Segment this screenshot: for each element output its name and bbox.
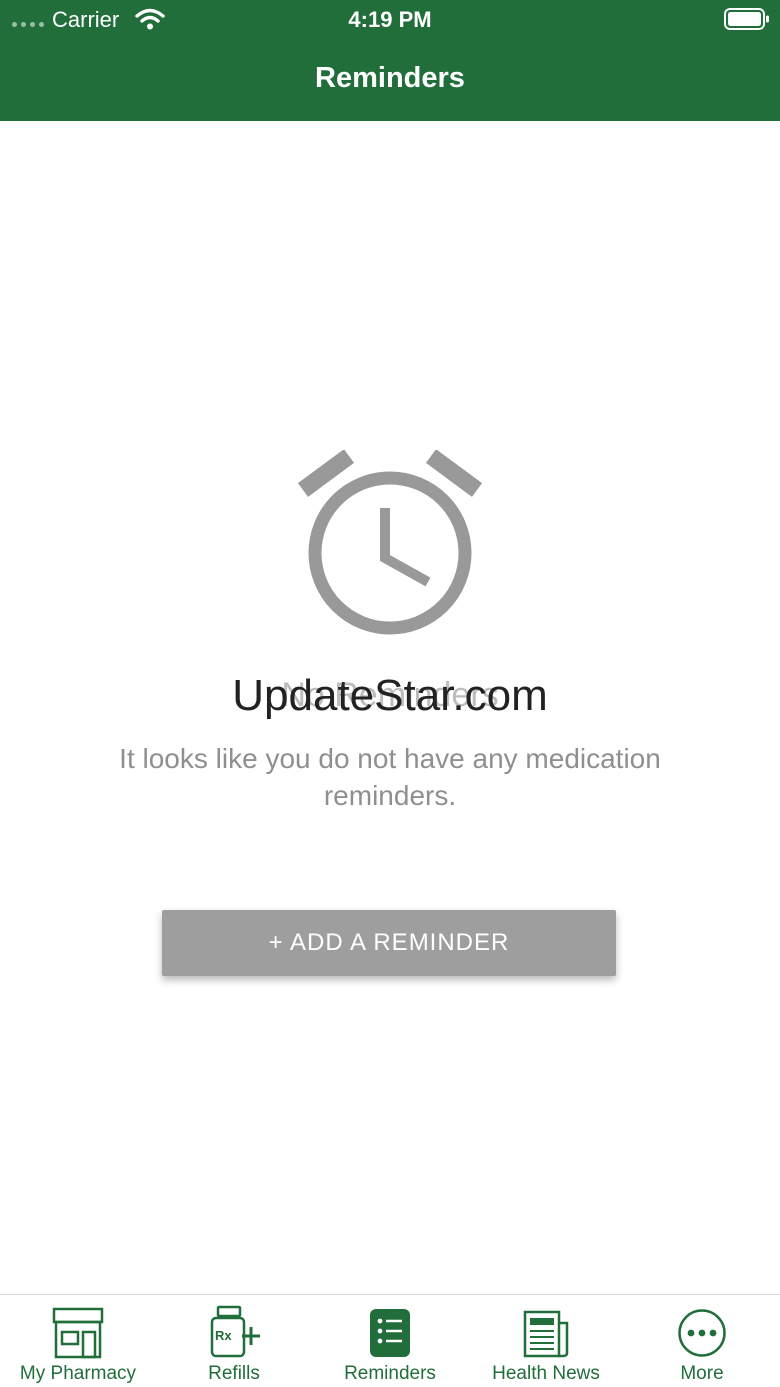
pharmacy-store-icon <box>52 1307 104 1359</box>
empty-state-message: It looks like you do not have any medica… <box>119 743 661 811</box>
add-reminder-button[interactable]: + ADD A REMINDER <box>162 910 616 976</box>
page-title: Reminders <box>315 62 465 94</box>
tab-label: More <box>680 1363 724 1384</box>
tab-bar: My Pharmacy Rx Refills Reminders Health … <box>0 1294 780 1387</box>
tab-health-news[interactable]: Health News <box>468 1295 624 1387</box>
svg-text:Rx: Rx <box>215 1328 232 1343</box>
watermark-text: UpdateStar.com <box>232 671 548 720</box>
tab-more[interactable]: More <box>624 1295 780 1387</box>
battery-icon <box>724 8 769 30</box>
more-dots-icon <box>678 1309 726 1357</box>
status-time: 4:19 PM <box>348 7 432 32</box>
tab-refills[interactable]: Rx Refills <box>156 1295 312 1387</box>
tab-label: My Pharmacy <box>19 1363 137 1384</box>
tab-reminders[interactable]: Reminders <box>312 1295 468 1387</box>
tab-my-pharmacy[interactable]: My Pharmacy <box>0 1295 156 1387</box>
reminders-list-icon <box>370 1309 410 1357</box>
tab-label: Health News <box>492 1363 600 1384</box>
alarm-clock-icon <box>297 450 483 635</box>
newspaper-icon <box>523 1310 569 1358</box>
rx-bottle-icon: Rx <box>210 1305 260 1358</box>
status-bar: Carrier 4:19 PM <box>0 0 780 40</box>
tab-label: Refills <box>208 1363 260 1384</box>
tab-label: Reminders <box>344 1363 436 1384</box>
app-header: Carrier 4:19 PM Reminders <box>0 0 780 121</box>
